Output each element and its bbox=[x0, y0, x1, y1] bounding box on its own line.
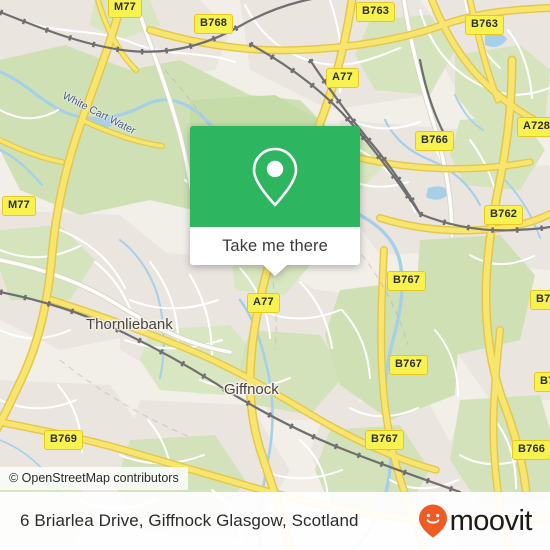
road-shield-m77-2[interactable]: M77 bbox=[2, 196, 36, 216]
map-callout[interactable]: Take me there bbox=[190, 126, 360, 276]
road-shield-b769[interactable]: B769 bbox=[44, 430, 84, 450]
road-shield-m77[interactable]: M77 bbox=[108, 0, 142, 18]
map-screenshot: Thornliebank Giffnock White Cart Water M… bbox=[0, 0, 550, 550]
take-me-there-label: Take me there bbox=[222, 236, 328, 255]
road-shield-b763-2[interactable]: B763 bbox=[465, 15, 505, 35]
osm-attribution[interactable]: © OpenStreetMap contributors bbox=[0, 467, 188, 490]
moovit-wordmark: moovit bbox=[449, 504, 533, 537]
place-label-thornliebank: Thornliebank bbox=[86, 316, 173, 333]
moovit-brand[interactable]: moovit bbox=[417, 503, 533, 539]
road-shield-b762[interactable]: B762 bbox=[484, 205, 524, 225]
road-shield-a77[interactable]: A77 bbox=[326, 68, 359, 88]
callout-button-area[interactable]: Take me there bbox=[190, 227, 360, 276]
footer-bar: 6 Briarlea Drive, Giffnock Glasgow, Scot… bbox=[0, 492, 550, 550]
road-shield-b763[interactable]: B763 bbox=[356, 2, 396, 22]
road-shield-b767[interactable]: B767 bbox=[387, 271, 427, 291]
road-shield-b766[interactable]: B766 bbox=[415, 131, 455, 151]
road-shield-b768[interactable]: B768 bbox=[194, 14, 234, 34]
road-shield-b766-3[interactable]: B766 bbox=[512, 440, 550, 460]
road-shield-a728[interactable]: A728 bbox=[517, 117, 550, 137]
place-label-giffnock: Giffnock bbox=[224, 381, 279, 398]
road-shield-b767-2[interactable]: B767 bbox=[389, 355, 429, 375]
address-title: 6 Briarlea Drive, Giffnock Glasgow, Scot… bbox=[20, 511, 359, 530]
callout-icon-area bbox=[190, 126, 360, 227]
moovit-smiley-pin-icon bbox=[418, 504, 447, 538]
map-pin-icon bbox=[252, 147, 298, 206]
road-shield-b76-clipped[interactable]: B76 bbox=[530, 290, 550, 310]
road-shield-a77-2[interactable]: A77 bbox=[247, 293, 280, 313]
road-shield-b767-3[interactable]: B767 bbox=[365, 430, 405, 450]
callout-tail bbox=[263, 265, 287, 276]
road-shield-b766-2[interactable]: B766 bbox=[534, 372, 550, 392]
